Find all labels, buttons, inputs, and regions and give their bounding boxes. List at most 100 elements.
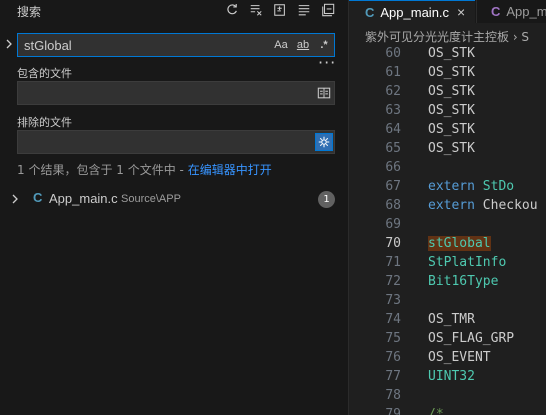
type-token: OS_FLAG_GRP [428, 331, 515, 346]
code-text: OS_TMR [428, 310, 475, 329]
type-token: OS_STK [428, 84, 475, 99]
type-token: StDo [482, 179, 515, 194]
line-number: 68 [385, 198, 401, 213]
search-match-token: stGlobal [428, 236, 491, 251]
use-exclude-settings-icon[interactable] [315, 133, 333, 151]
search-toolbar [221, 0, 339, 20]
line-number: 60 [385, 46, 401, 61]
code-text: OS_STK [428, 101, 475, 120]
editor-tabbar: C App_main.c × C App_m [349, 0, 546, 23]
close-icon[interactable]: × [457, 4, 465, 20]
search-input[interactable] [18, 34, 270, 56]
include-files-field [17, 81, 335, 105]
include-files-label: 包含的文件 [17, 67, 72, 80]
type-token: OS_STK [428, 122, 475, 137]
type-token: Bit16Type [428, 274, 499, 289]
line-number: 74 [385, 312, 401, 327]
use-regex-toggle[interactable]: .* [316, 37, 332, 53]
tab-app-m[interactable]: C App_m [476, 0, 546, 23]
code-text: /* [428, 405, 444, 415]
search-panel: 搜索 Aa ab .* ··· 包含的文件 排除的文件 [0, 0, 348, 415]
line-number: 66 [385, 160, 401, 175]
line-number: 75 [385, 331, 401, 346]
code-text: extern StDo [428, 177, 514, 196]
code-line: 78 [349, 386, 546, 405]
match-case-toggle[interactable]: Aa [273, 37, 289, 53]
new-search-editor-icon[interactable] [269, 0, 291, 20]
file-result-row[interactable]: C App_main.c Source\APP 1 [0, 190, 348, 210]
keyword-token: extern [428, 179, 475, 194]
line-number: 70 [385, 236, 401, 251]
result-summary-text: 1 个结果，包含于 1 个文件中 - [17, 163, 188, 177]
code-line: 74 OS_TMR [349, 310, 546, 329]
line-number: 63 [385, 103, 401, 118]
tab-app-main[interactable]: C App_main.c × [349, 0, 475, 23]
collapse-all-icon[interactable] [317, 0, 339, 20]
include-files-input[interactable] [18, 82, 270, 104]
code-line: 61 OS_STK [349, 63, 546, 82]
expand-chevron-icon[interactable] [11, 193, 19, 208]
file-path: Source\APP [121, 193, 181, 205]
line-number: 65 [385, 141, 401, 156]
c-file-icon: C [365, 4, 375, 20]
view-as-tree-icon[interactable] [293, 0, 315, 20]
code-text: UINT32 [428, 367, 475, 386]
line-number: 69 [385, 217, 401, 232]
type-token: StPlatInfo [428, 255, 507, 270]
type-token: OS_STK [428, 65, 475, 80]
search-field: Aa ab .* [17, 33, 335, 57]
c-file-icon: C [33, 190, 43, 205]
panel-title: 搜索 [17, 5, 42, 19]
code-line: 67 extern StDo [349, 177, 546, 196]
toggle-replace-chevron-icon[interactable] [3, 37, 15, 51]
type-token: OS_STK [428, 141, 475, 156]
code-line: 64 OS_STK [349, 120, 546, 139]
code-line: 63 OS_STK [349, 101, 546, 120]
line-number: 76 [385, 350, 401, 365]
code-text: stGlobal [428, 234, 491, 253]
match-count-badge: 1 [318, 191, 335, 208]
tab-label: App_main.c [380, 4, 450, 20]
line-number: 73 [385, 293, 401, 308]
type-token: UINT32 [428, 369, 475, 384]
line-number: 72 [385, 274, 401, 289]
open-editors-only-icon[interactable] [317, 86, 331, 104]
line-number: 78 [385, 388, 401, 403]
code-text: Bit16Type [428, 272, 498, 291]
type-token: /* [428, 407, 444, 415]
code-line: 76 OS_EVENT [349, 348, 546, 367]
code-line: 60 OS_STK [349, 44, 546, 63]
editor-area: C App_main.c × C App_m 紫外可见分光光度计主控板 › S … [349, 0, 546, 415]
type-token: OS_TMR [428, 312, 475, 327]
code-line: 66 [349, 158, 546, 177]
code-text: OS_FLAG_GRP [428, 329, 514, 348]
exclude-files-input[interactable] [18, 131, 270, 153]
code-text: OS_STK [428, 120, 475, 139]
code-text: extern Checkou [428, 196, 538, 215]
file-name: App_main.c [49, 191, 118, 206]
code-text: OS_STK [428, 139, 475, 158]
more-options-icon[interactable]: ··· [318, 55, 336, 71]
line-number: 71 [385, 255, 401, 270]
exclude-files-field [17, 130, 335, 154]
code-line: 62 OS_STK [349, 82, 546, 101]
code-line: 65 OS_STK [349, 139, 546, 158]
clear-results-icon[interactable] [245, 0, 267, 20]
code-line: 75 OS_FLAG_GRP [349, 329, 546, 348]
code-line: 68 extern Checkou [349, 196, 546, 215]
tab-label: App_m [506, 4, 546, 19]
type-token: OS_STK [428, 46, 475, 61]
code-line: 71 StPlatInfo [349, 253, 546, 272]
line-number: 77 [385, 369, 401, 384]
refresh-icon[interactable] [221, 0, 243, 20]
type-token: OS_STK [428, 103, 475, 118]
code-text: OS_STK [428, 63, 475, 82]
code-line: 73 [349, 291, 546, 310]
open-in-editor-link[interactable]: 在编辑器中打开 [188, 163, 272, 177]
code-line: 79 /* [349, 405, 546, 415]
type-token: Checkou [482, 198, 538, 213]
breadcrumb[interactable]: 紫外可见分光光度计主控板 › S [365, 28, 529, 45]
match-whole-word-toggle[interactable]: ab [294, 37, 312, 53]
line-number: 64 [385, 122, 401, 137]
keyword-token: extern [428, 198, 475, 213]
